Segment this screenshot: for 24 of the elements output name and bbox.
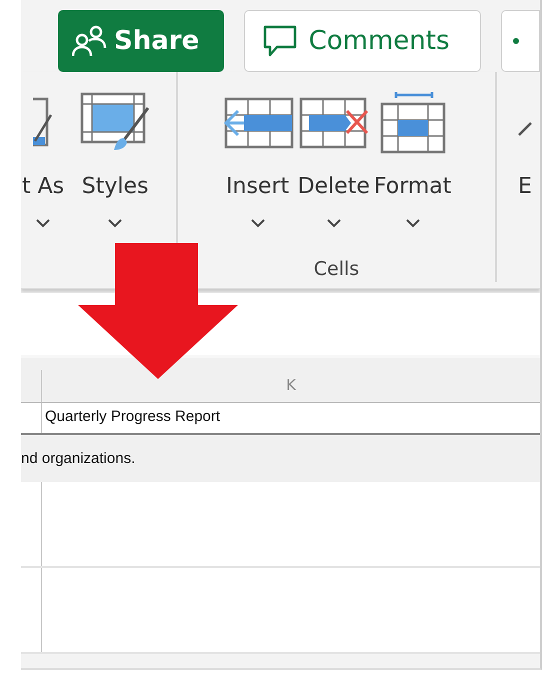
table-cell: nd organizations. [21,435,540,482]
speech-bubble-icon [262,25,297,57]
comments-button[interactable]: Comments [244,10,481,72]
ribbon-button[interactable]: t As [21,92,66,242]
chevron-down-icon [406,219,420,228]
share-button[interactable]: Share [58,10,224,72]
group-label: Cells [314,258,360,280]
toolbar-button[interactable] [500,10,540,72]
chevron-down-icon [108,219,122,228]
format-cells-icon [380,92,446,154]
chevron-down-icon [250,219,265,228]
arrow-icon [78,243,238,379]
people-icon [72,24,108,58]
dot-icon [512,37,520,45]
ribbon-button[interactable]: Insert [220,92,295,242]
ribbon-button[interactable]: E [517,92,533,242]
ribbon-button[interactable]: Styles [79,92,152,242]
ribbon-button[interactable]: Format [372,92,452,242]
column-header: K [285,375,297,396]
pencil-icon [518,122,532,136]
ribbon-button[interactable]: Delete [296,92,371,242]
chevron-down-icon [36,219,50,228]
chevron-down-icon [326,219,341,228]
table-cell-text: Quarterly Progress Report [44,407,222,427]
